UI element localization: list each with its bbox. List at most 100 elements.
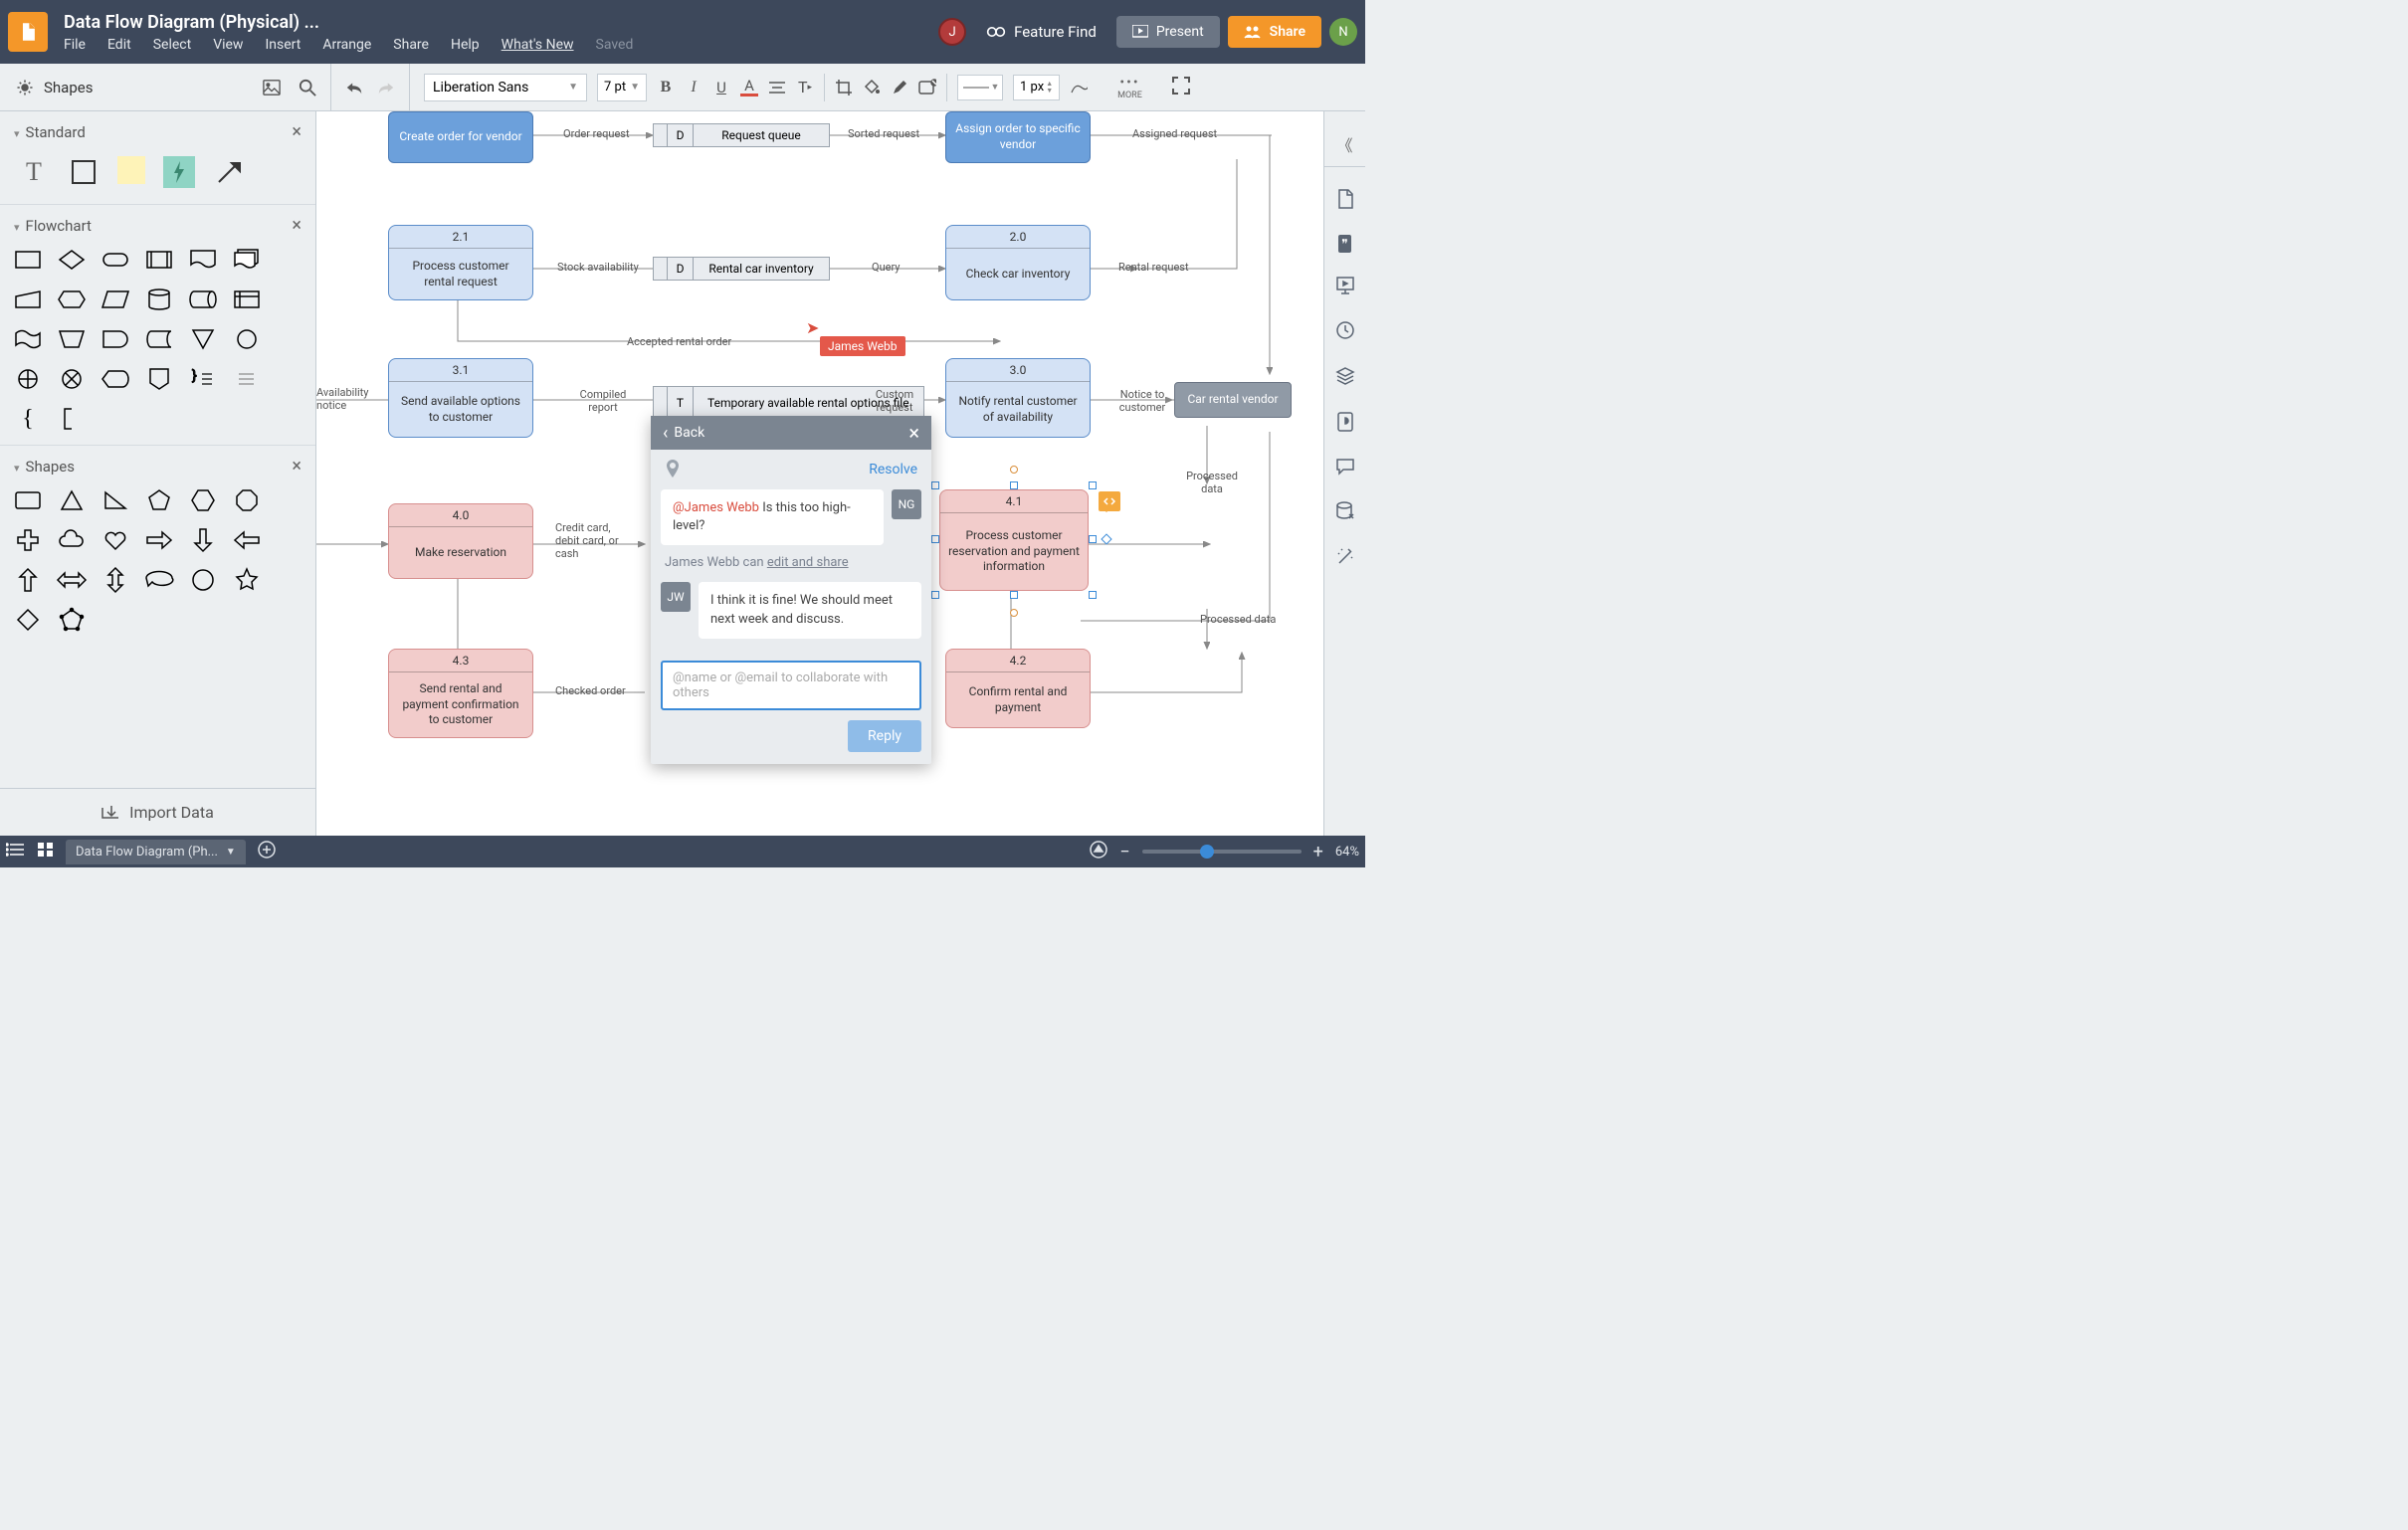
fc-papertape[interactable] <box>14 327 42 351</box>
italic-icon[interactable]: I <box>685 79 702 96</box>
sh-arrow-l[interactable] <box>233 528 261 552</box>
node-20[interactable]: 2.0Check car inventory <box>945 225 1091 300</box>
sh-octagon[interactable] <box>233 488 261 512</box>
fill-icon[interactable] <box>863 79 881 96</box>
fc-delay[interactable] <box>101 327 129 351</box>
fc-list2[interactable] <box>233 367 261 391</box>
sh-hexagon[interactable] <box>189 488 217 512</box>
fc-list1[interactable]: } <box>189 367 217 391</box>
fc-directdata[interactable] <box>189 287 217 311</box>
sh-cross[interactable] <box>14 528 42 552</box>
sh-righttri[interactable] <box>101 488 129 512</box>
datastore-inventory[interactable]: DRental car inventory <box>653 257 830 281</box>
reply-button[interactable]: Reply <box>848 720 921 752</box>
sh-rect[interactable] <box>14 488 42 512</box>
sh-circle[interactable] <box>189 568 217 592</box>
fc-connector[interactable] <box>233 327 261 351</box>
arrow-shape[interactable] <box>213 156 245 188</box>
menu-edit[interactable]: Edit <box>107 37 131 53</box>
undo-icon[interactable] <box>345 79 363 96</box>
zoom-level[interactable]: 64% <box>1335 845 1359 860</box>
fc-multidoc[interactable] <box>233 248 261 272</box>
fc-summing[interactable] <box>58 367 86 391</box>
search-icon[interactable] <box>299 79 316 96</box>
datastore-request-queue[interactable]: DRequest queue <box>653 123 830 147</box>
redo-icon[interactable] <box>377 79 395 96</box>
sh-heart[interactable] <box>101 528 129 552</box>
close-icon[interactable]: × <box>292 215 301 236</box>
page-tab[interactable]: Data Flow Diagram (Ph...▼ <box>66 840 246 864</box>
node-create-order[interactable]: Create order for vendor <box>388 111 533 163</box>
more-button[interactable]: ••• MORE <box>1117 75 1142 100</box>
fc-manualop[interactable] <box>58 327 86 351</box>
quote-icon[interactable]: ❞ <box>1338 235 1350 253</box>
fc-or[interactable] <box>14 367 42 391</box>
fc-manual-input[interactable] <box>14 287 42 311</box>
fullscreen-icon[interactable] <box>1172 77 1190 98</box>
menu-help[interactable]: Help <box>451 37 480 53</box>
sh-arrow-ud[interactable] <box>101 568 129 592</box>
fc-predefined[interactable] <box>145 248 173 272</box>
note-shape[interactable] <box>117 156 145 184</box>
resolve-link[interactable]: Resolve <box>869 462 917 478</box>
collapse-right-icon[interactable]: 《 <box>1324 121 1365 167</box>
doc-icon[interactable] <box>8 12 48 52</box>
node-21[interactable]: 2.1Process customer rental request <box>388 225 533 300</box>
canvas[interactable]: Create order for vendor DRequest queue A… <box>316 111 1323 836</box>
zoom-out-icon[interactable]: − <box>1119 842 1129 862</box>
present-button[interactable]: Present <box>1116 16 1220 48</box>
text-color-icon[interactable]: A <box>740 79 758 96</box>
theme-icon[interactable] <box>1336 412 1354 436</box>
history-icon[interactable] <box>1335 320 1355 344</box>
font-select[interactable]: Liberation Sans▼ <box>424 74 587 101</box>
line-style-select[interactable]: ▼ <box>957 75 1003 100</box>
section-standard[interactable]: Standard× <box>14 121 301 142</box>
share-button[interactable]: Share <box>1228 16 1321 48</box>
fc-document[interactable] <box>189 248 217 272</box>
node-42[interactable]: 4.2Confirm rental and payment <box>945 649 1091 728</box>
feature-find[interactable]: Feature Find <box>986 23 1097 41</box>
node-vendor[interactable]: Car rental vendor <box>1174 382 1292 418</box>
sh-cloud[interactable] <box>58 528 86 552</box>
comment-input[interactable]: @name or @email to collaborate with othe… <box>661 661 921 710</box>
close-icon[interactable]: × <box>292 121 301 142</box>
menu-insert[interactable]: Insert <box>265 37 301 53</box>
close-icon[interactable]: × <box>908 421 919 445</box>
fc-merge[interactable] <box>189 327 217 351</box>
menu-view[interactable]: View <box>213 37 243 53</box>
fc-note[interactable] <box>58 407 86 431</box>
align-icon[interactable] <box>768 79 786 96</box>
menu-arrange[interactable]: Arrange <box>322 37 371 53</box>
page-icon[interactable] <box>1336 189 1354 213</box>
fc-terminator[interactable] <box>101 248 129 272</box>
section-flowchart[interactable]: Flowchart× <box>14 215 301 236</box>
grid-icon[interactable] <box>38 843 54 861</box>
collaborator-avatar-j[interactable]: J <box>938 18 966 46</box>
sh-diamond[interactable] <box>14 608 42 632</box>
comments-icon[interactable] <box>1335 458 1355 479</box>
crop-icon[interactable] <box>835 79 853 96</box>
section-shapes[interactable]: Shapes× <box>14 456 301 477</box>
menu-file[interactable]: File <box>64 37 86 53</box>
node-assign-order[interactable]: Assign order to specific vendor <box>945 111 1091 163</box>
sh-arrow-r[interactable] <box>145 528 173 552</box>
bold-icon[interactable]: B <box>657 79 675 96</box>
zoom-in-icon[interactable]: + <box>1313 842 1323 862</box>
menu-select[interactable]: Select <box>153 37 191 53</box>
comment-badge-icon[interactable] <box>1099 491 1120 511</box>
fc-offpage[interactable] <box>145 367 173 391</box>
rect-shape[interactable] <box>68 156 100 188</box>
underline-icon[interactable]: U <box>712 79 730 96</box>
sh-star[interactable] <box>233 568 261 592</box>
doc-title[interactable]: Data Flow Diagram (Physical) ... <box>64 12 938 33</box>
line-width-select[interactable]: 1 px▲▼ <box>1013 75 1060 100</box>
menu-share[interactable]: Share <box>393 37 429 53</box>
sh-polygon[interactable] <box>58 608 86 632</box>
fc-preparation[interactable] <box>58 287 86 311</box>
font-size-select[interactable]: 7 pt▼ <box>597 74 647 101</box>
zoom-fit-icon[interactable] <box>1090 841 1107 862</box>
magic-icon[interactable] <box>1335 547 1355 571</box>
pin-icon[interactable] <box>665 460 681 479</box>
data-icon[interactable] <box>1335 501 1355 525</box>
fc-decision[interactable] <box>58 248 86 272</box>
